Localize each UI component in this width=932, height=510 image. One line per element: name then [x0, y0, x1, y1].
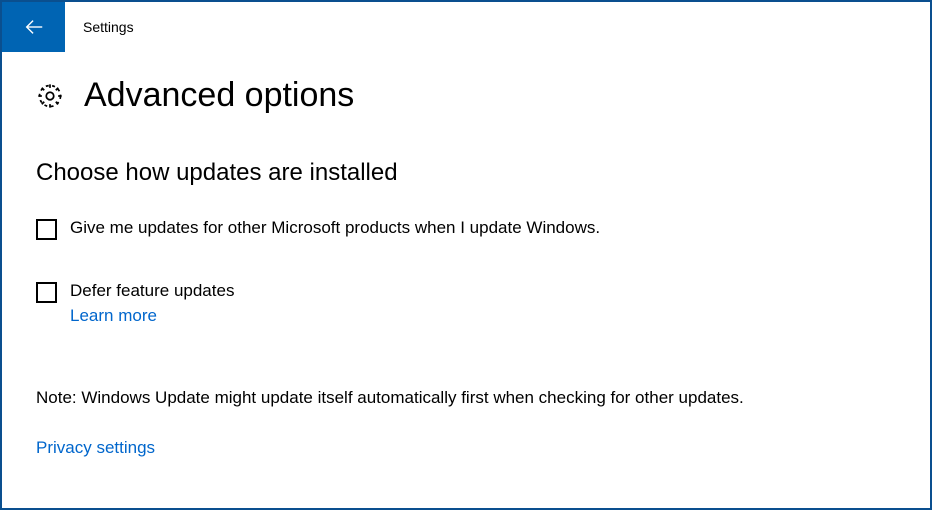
settings-label: Settings [83, 19, 134, 35]
gear-icon [36, 82, 64, 110]
checkbox-other-products[interactable] [36, 219, 57, 240]
checkbox-row-other-products: Give me updates for other Microsoft prod… [36, 217, 896, 240]
learn-more-link[interactable]: Learn more [70, 306, 234, 326]
header-bar: Settings [2, 2, 930, 52]
checkbox-label-defer: Defer feature updates [70, 280, 234, 302]
checkbox-label-other-products: Give me updates for other Microsoft prod… [70, 217, 600, 239]
note-text: Note: Windows Update might update itself… [36, 388, 896, 408]
arrow-left-icon [23, 16, 45, 38]
title-row: Advanced options [36, 76, 896, 115]
checkbox-content: Defer feature updates Learn more [70, 280, 234, 326]
section-title: Choose how updates are installed [36, 159, 896, 187]
page-title: Advanced options [84, 76, 354, 115]
privacy-settings-link[interactable]: Privacy settings [36, 438, 155, 458]
content-area: Advanced options Choose how updates are … [2, 52, 930, 458]
checkbox-row-defer: Defer feature updates Learn more [36, 280, 896, 326]
back-button[interactable] [2, 2, 65, 52]
checkbox-content: Give me updates for other Microsoft prod… [70, 217, 600, 239]
checkbox-defer-updates[interactable] [36, 282, 57, 303]
